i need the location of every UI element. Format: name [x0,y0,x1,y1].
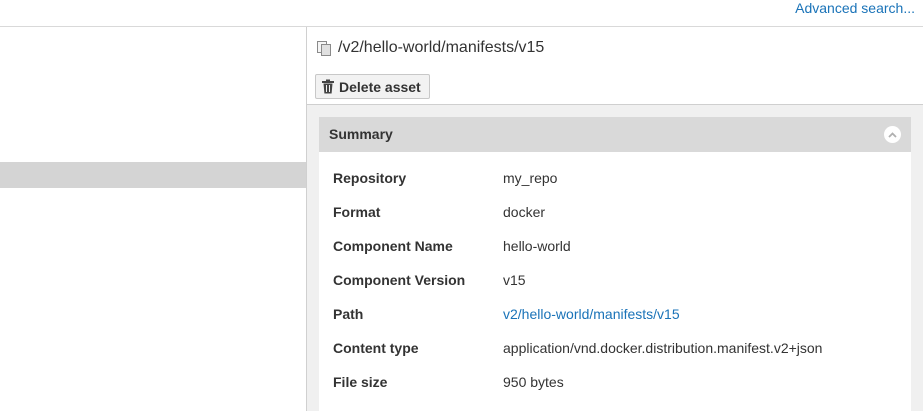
summary-row: Component Name hello-world [333,230,903,264]
chevron-up-icon[interactable] [884,126,901,143]
delete-asset-label: Delete asset [339,78,421,95]
trash-icon [321,79,335,94]
asset-tree-pane [0,27,307,411]
selected-tree-row[interactable] [0,162,306,188]
asset-title: /v2/hello-world/manifests/v15 [316,38,544,58]
row-label: Repository [333,170,407,186]
summary-row: File size 950 bytes [333,366,903,400]
asset-header: /v2/hello-world/manifests/v15 Delete ass… [307,27,923,105]
row-label: Component Name [333,238,453,254]
row-label: Format [333,204,381,220]
summary-row: Format docker [333,196,903,230]
row-label: Path [333,306,364,322]
advanced-search-link[interactable]: Advanced search... [795,0,915,16]
row-value: v15 [503,272,526,288]
row-label: Component Version [333,272,466,288]
row-label: File size [333,374,388,390]
summary-panel-header[interactable]: Summary [319,117,911,152]
summary-title: Summary [329,126,393,142]
top-bar: Advanced search... [0,0,923,27]
summary-rows: Repository my_repo Format docker Compone… [333,162,903,400]
summary-panel: Summary Repository my_repo Format docker [319,117,911,417]
summary-row: Repository my_repo [333,162,903,196]
path-link[interactable]: v2/hello-world/manifests/v15 [503,306,680,322]
summary-row: Component Version v15 [333,264,903,298]
delete-asset-button[interactable]: Delete asset [315,74,430,99]
row-label: Content type [333,340,419,356]
detail-body: Summary Repository my_repo Format docker [307,105,923,417]
row-value: hello-world [503,238,571,254]
asset-path-title: /v2/hello-world/manifests/v15 [338,39,545,56]
row-value: application/vnd.docker.distribution.mani… [503,340,823,356]
summary-row: Content type application/vnd.docker.dist… [333,332,903,366]
copy-icon [316,40,332,56]
asset-detail-pane: /v2/hello-world/manifests/v15 Delete ass… [307,27,923,417]
row-value: 950 bytes [503,374,564,390]
row-value: docker [503,204,546,220]
summary-row: Path v2/hello-world/manifests/v15 [333,298,903,332]
row-value: my_repo [503,170,558,186]
